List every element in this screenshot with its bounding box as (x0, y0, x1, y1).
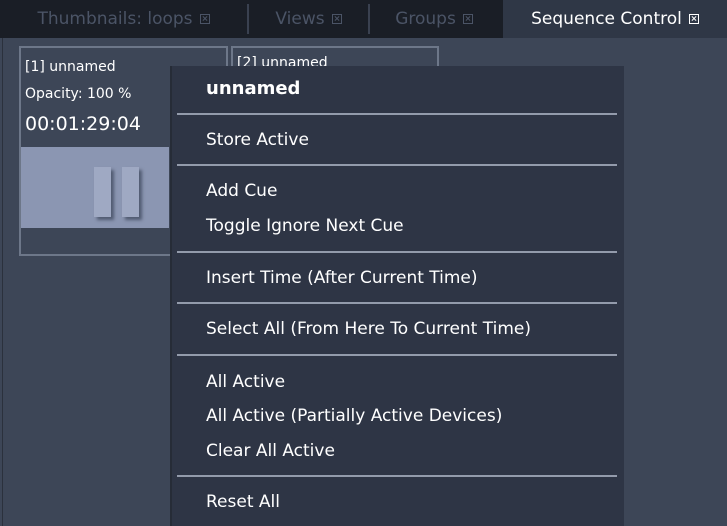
menu-divider (177, 354, 617, 356)
pause-bar (94, 167, 111, 217)
sequence-title: [1] unnamed (25, 59, 116, 75)
close-icon[interactable] (462, 14, 473, 24)
pause-bar (122, 167, 139, 217)
menu-item-insert-time[interactable]: Insert Time (After Current Time) (206, 266, 478, 290)
close-icon[interactable] (199, 14, 210, 24)
sequence-opacity: Opacity: 100 % (25, 86, 132, 102)
menu-item-reset-all[interactable]: Reset All (206, 490, 280, 514)
tab-views[interactable]: Views (249, 0, 368, 38)
tab-bar: Thumbnails: loops Views Groups Sequence … (0, 0, 727, 38)
menu-divider (177, 475, 617, 477)
menu-header: unnamed (206, 78, 301, 99)
menu-divider (177, 251, 617, 253)
menu-item-all-active-partial[interactable]: All Active (Partially Active Devices) (206, 404, 502, 428)
tab-sequence-control[interactable]: Sequence Control (503, 0, 727, 38)
sequence-thumbnail[interactable] (21, 147, 169, 228)
menu-item-all-active[interactable]: All Active (206, 370, 285, 394)
close-icon[interactable] (688, 14, 699, 24)
tab-label: Views (275, 9, 325, 29)
menu-item-select-all[interactable]: Select All (From Here To Current Time) (206, 317, 531, 341)
context-menu: unnamed Store Active Add Cue Toggle Igno… (172, 66, 624, 526)
menu-divider (177, 302, 617, 304)
tab-label: Sequence Control (531, 9, 682, 29)
menu-item-store-active[interactable]: Store Active (206, 128, 309, 152)
menu-item-add-cue[interactable]: Add Cue (206, 179, 277, 203)
tab-groups[interactable]: Groups (370, 0, 498, 38)
tab-label: Thumbnails: loops (37, 9, 193, 29)
menu-divider (177, 164, 617, 166)
sequence-timecode: 00:01:29:04 (25, 113, 141, 135)
menu-divider (177, 113, 617, 115)
menu-item-clear-all-active[interactable]: Clear All Active (206, 439, 335, 463)
menu-item-toggle-ignore-next-cue[interactable]: Toggle Ignore Next Cue (206, 214, 404, 238)
close-icon[interactable] (331, 14, 342, 24)
tab-thumbnails-loops[interactable]: Thumbnails: loops (0, 0, 247, 38)
tab-label: Groups (395, 9, 456, 29)
